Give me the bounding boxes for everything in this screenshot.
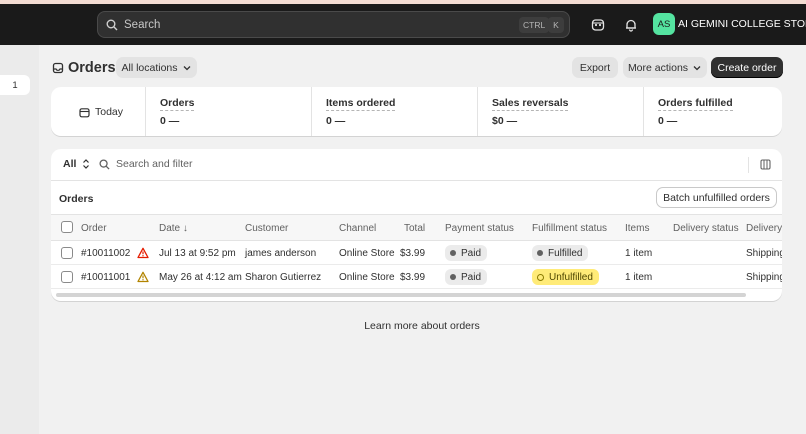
table-search-input[interactable]: Search and filter bbox=[99, 158, 192, 170]
search-icon bbox=[99, 158, 110, 170]
row-checkbox[interactable] bbox=[61, 247, 73, 259]
learn-more-link[interactable]: Learn more about orders bbox=[326, 320, 480, 332]
learn-more-row: Learn more about orders bbox=[0, 320, 806, 332]
column-header[interactable]: Order bbox=[81, 223, 107, 234]
divider bbox=[748, 157, 749, 173]
column-header[interactable]: Delivery status bbox=[673, 223, 739, 234]
column-header[interactable]: Customer bbox=[245, 223, 288, 234]
left-sidebar: 1 bbox=[0, 45, 39, 434]
chevron-down-icon bbox=[183, 65, 190, 70]
stat-value: 0 — bbox=[326, 115, 346, 127]
payment-status-badge: Paid bbox=[445, 269, 488, 285]
export-button[interactable]: Export bbox=[572, 57, 618, 78]
warning-triangle-icon bbox=[137, 271, 149, 283]
page-title: Orders bbox=[52, 60, 116, 76]
shortcut-key-ctrl: CTRL bbox=[519, 17, 550, 33]
global-search[interactable]: Search CTRL K bbox=[97, 11, 570, 38]
stat-items-ordered[interactable]: Items ordered 0 — bbox=[311, 87, 477, 136]
view-tab-all[interactable]: All bbox=[63, 158, 91, 170]
item-count: 1 item bbox=[625, 248, 653, 259]
sidekick-icon[interactable] bbox=[589, 16, 607, 34]
column-header[interactable]: Payment status bbox=[445, 223, 514, 234]
stat-orders-fulfilled[interactable]: Orders fulfilled 0 — bbox=[643, 87, 782, 136]
create-order-button[interactable]: Create order bbox=[711, 57, 783, 78]
more-actions-button[interactable]: More actions bbox=[623, 57, 707, 78]
store-avatar[interactable]: AS bbox=[653, 13, 675, 35]
delivery-method: Shipping bbox=[746, 272, 782, 283]
date-range-picker[interactable]: Today bbox=[79, 106, 123, 118]
batch-unfulfilled-button[interactable]: Batch unfulfilled orders bbox=[656, 187, 777, 208]
stat-value: 0 — bbox=[160, 115, 180, 127]
channel: Online Store bbox=[339, 248, 395, 259]
stat-value: $0 — bbox=[492, 115, 518, 127]
chevron-down-icon bbox=[693, 65, 701, 70]
column-header[interactable]: Items bbox=[625, 223, 649, 234]
fulfillment-status-badge: Unfulfilled bbox=[532, 269, 599, 285]
order-number[interactable]: #10011002 bbox=[81, 248, 130, 259]
channel: Online Store bbox=[339, 272, 395, 283]
columns-icon[interactable] bbox=[760, 159, 771, 173]
section-header: Orders Batch unfulfilled orders bbox=[51, 181, 782, 215]
stat-label: Items ordered bbox=[326, 97, 396, 111]
order-total: $3.99 bbox=[400, 272, 426, 283]
table-header: Order Date ↓ Customer Channel Total Paym… bbox=[51, 215, 782, 241]
stat-label: Orders fulfilled bbox=[658, 97, 733, 111]
location-filter-button[interactable]: All locations bbox=[116, 57, 197, 78]
filter-bar: All Search and filter bbox=[51, 149, 782, 181]
column-header[interactable]: Channel bbox=[339, 223, 376, 234]
stat-label: Orders bbox=[160, 97, 195, 111]
store-name[interactable]: AI GEMINI COLLEGE STORE bbox=[678, 18, 806, 30]
order-date: May 26 at 4:12 am bbox=[159, 272, 242, 283]
column-header[interactable]: Fulfillment status bbox=[532, 223, 607, 234]
table-row[interactable]: #10011001 May 26 at 4:12 am Sharon Gutie… bbox=[51, 265, 782, 289]
search-icon bbox=[106, 19, 118, 30]
column-header[interactable]: Date ↓ bbox=[159, 223, 188, 234]
sort-toggle-icon bbox=[83, 159, 90, 169]
row-checkbox[interactable] bbox=[61, 271, 73, 283]
stat-label: Sales reversals bbox=[492, 97, 569, 111]
delivery-method: Shipping bbox=[746, 248, 782, 259]
sidebar-count-badge[interactable]: 1 bbox=[0, 75, 30, 95]
column-header[interactable]: Total bbox=[404, 223, 425, 234]
shortcut-key-k: K bbox=[548, 17, 564, 33]
select-all-checkbox[interactable] bbox=[61, 221, 73, 233]
stat-orders[interactable]: Orders 0 — bbox=[145, 87, 311, 136]
search-placeholder: Search bbox=[124, 18, 161, 31]
stat-value: 0 — bbox=[658, 115, 678, 127]
column-header[interactable]: Delivery bbox=[746, 223, 782, 234]
alert-triangle-icon bbox=[137, 247, 149, 259]
section-title: Orders bbox=[59, 193, 94, 205]
order-total: $3.99 bbox=[400, 248, 426, 259]
bell-icon[interactable] bbox=[622, 16, 640, 34]
order-number[interactable]: #10011001 bbox=[81, 272, 130, 283]
horizontal-scrollbar[interactable] bbox=[56, 293, 746, 297]
item-count: 1 item bbox=[625, 272, 653, 283]
table-row[interactable]: #10011002 Jul 13 at 9:52 pm james anders… bbox=[51, 241, 782, 265]
order-stats-bar: Today Orders 0 — Items ordered 0 — Sales… bbox=[51, 87, 782, 136]
stat-sales-reversals[interactable]: Sales reversals $0 — bbox=[477, 87, 643, 136]
customer-name: james anderson bbox=[245, 248, 317, 259]
customer-name: Sharon Gutierrez bbox=[245, 272, 322, 283]
fulfillment-status-badge: Fulfilled bbox=[532, 245, 589, 261]
top-bar: Search CTRL K AS AI GEMINI COLLEGE STORE bbox=[0, 4, 806, 45]
order-date: Jul 13 at 9:52 pm bbox=[159, 248, 236, 259]
orders-inbox-icon bbox=[52, 62, 64, 74]
orders-table-card: All Search and filter Orders Batch unful… bbox=[51, 149, 782, 301]
calendar-icon bbox=[79, 107, 90, 117]
payment-status-badge: Paid bbox=[445, 245, 488, 261]
